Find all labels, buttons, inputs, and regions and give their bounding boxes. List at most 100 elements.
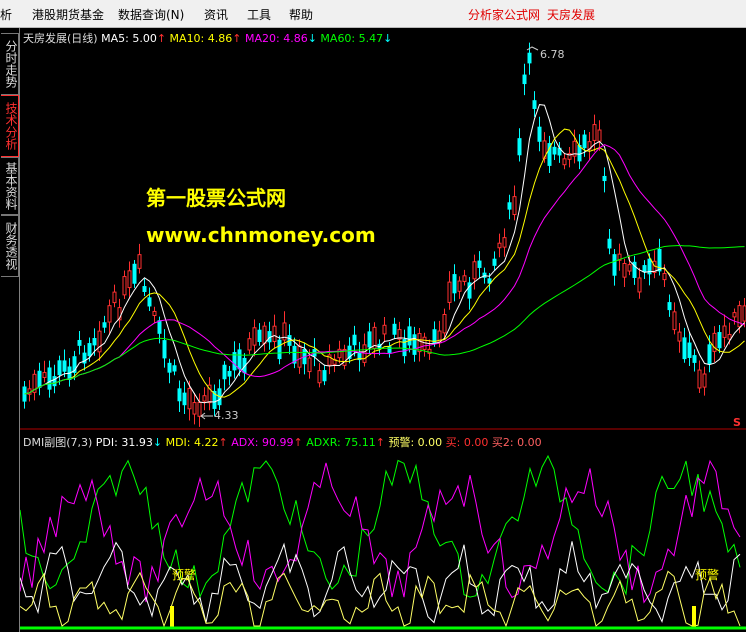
ma5-value: 5.00 bbox=[132, 32, 157, 45]
candle bbox=[487, 278, 492, 284]
candle bbox=[132, 263, 137, 284]
candle bbox=[732, 312, 737, 318]
candle bbox=[77, 339, 82, 346]
tab-technical-analysis[interactable]: 技术分析 bbox=[1, 95, 19, 157]
candle bbox=[317, 370, 322, 384]
candle bbox=[107, 305, 112, 323]
candle bbox=[352, 334, 357, 346]
candle bbox=[147, 297, 152, 307]
candle bbox=[417, 333, 422, 353]
adxr-line bbox=[20, 454, 741, 599]
high-price-label: 6.78 bbox=[540, 48, 565, 61]
candle bbox=[152, 310, 157, 316]
candle bbox=[527, 52, 532, 64]
candle bbox=[172, 365, 177, 372]
candle bbox=[222, 364, 227, 380]
main-chart-legend: 天房发展(日线) MA5: 5.00↑ MA10: 4.86↑ MA20: 4.… bbox=[23, 30, 392, 46]
candle bbox=[367, 331, 372, 348]
candle bbox=[457, 280, 462, 292]
chart-area[interactable] bbox=[20, 28, 746, 632]
low-price-label: 4.33 bbox=[214, 409, 239, 422]
watermark-title: 第一股票公式网 bbox=[146, 186, 286, 210]
buy2-label: 买2: bbox=[491, 436, 514, 449]
candle bbox=[227, 370, 232, 377]
high-annotation bbox=[526, 46, 539, 51]
candle bbox=[167, 362, 172, 373]
candle bbox=[252, 327, 257, 346]
tab-basic-info[interactable]: 基本资料 bbox=[1, 157, 19, 215]
candle bbox=[592, 124, 597, 141]
candle bbox=[382, 324, 387, 335]
candle bbox=[137, 254, 142, 269]
main-chart-title: 天房发展(日线) bbox=[23, 32, 98, 45]
low-annotation bbox=[200, 412, 213, 420]
candle bbox=[702, 373, 707, 388]
indicator-legend: DMI副图(7,3) PDI: 31.93↓ MDI: 4.22↑ ADX: 9… bbox=[23, 434, 542, 450]
candle bbox=[392, 323, 397, 335]
menu-analysis[interactable]: 析 bbox=[0, 6, 12, 23]
brand-label: 分析家公式网 bbox=[468, 8, 541, 22]
candle bbox=[307, 357, 312, 373]
candle bbox=[202, 395, 207, 402]
candle bbox=[182, 392, 187, 406]
candle bbox=[682, 337, 687, 360]
menu-news[interactable]: 资讯 bbox=[204, 6, 228, 23]
indicator-title: DMI副图(7,3) bbox=[23, 436, 93, 449]
menu-hk-futures-funds[interactable]: 港股期货基金 bbox=[32, 6, 104, 23]
adx-arrow: ↑ bbox=[293, 436, 303, 449]
candle bbox=[87, 343, 92, 357]
candle bbox=[687, 342, 692, 358]
buy2-value: 0.00 bbox=[517, 436, 542, 449]
candle bbox=[672, 311, 677, 331]
indicator-lines-group bbox=[20, 454, 741, 628]
warn-value: 0.00 bbox=[417, 436, 443, 449]
candle bbox=[157, 320, 162, 334]
adxr-value: 75.11 bbox=[344, 436, 376, 449]
menu-tools[interactable]: 工具 bbox=[247, 6, 271, 23]
mdi-line bbox=[20, 570, 741, 628]
buy-value: 0.00 bbox=[463, 436, 489, 449]
candle bbox=[42, 372, 47, 378]
candle bbox=[277, 339, 282, 360]
candle bbox=[452, 274, 457, 294]
candle bbox=[727, 333, 732, 340]
candle bbox=[477, 260, 482, 268]
menu-help[interactable]: 帮助 bbox=[289, 6, 313, 23]
tab-intraday[interactable]: 分时走势 bbox=[1, 33, 19, 95]
candle bbox=[722, 325, 727, 338]
candle bbox=[462, 275, 467, 282]
candle bbox=[507, 202, 512, 210]
ma20-label: MA20: bbox=[244, 32, 280, 45]
candle bbox=[707, 344, 712, 365]
candle bbox=[297, 345, 302, 368]
candle bbox=[472, 261, 477, 280]
candle bbox=[492, 258, 497, 266]
candle bbox=[257, 329, 262, 342]
warning-marker-1: 预警 bbox=[172, 568, 197, 582]
sidebar: 分时走势 技术分析 基本资料 财务透视 bbox=[0, 28, 20, 632]
candle bbox=[142, 286, 147, 293]
tab-financial[interactable]: 财务透视 bbox=[1, 215, 19, 277]
ma5-arrow: ↑ bbox=[156, 32, 167, 45]
menu-data-query[interactable]: 数据查询(N) bbox=[118, 6, 184, 23]
ma20-arrow: ↓ bbox=[307, 32, 317, 45]
adxr-label: ADXR: bbox=[306, 436, 341, 449]
candle bbox=[552, 146, 557, 155]
ma10-value: 4.86 bbox=[207, 32, 233, 45]
watermark-url: www.chnmoney.com bbox=[146, 223, 376, 247]
candle bbox=[92, 338, 97, 346]
mdi-label: MDI: bbox=[165, 436, 191, 449]
adx-label: ADX: bbox=[231, 436, 259, 449]
mdi-value: 4.22 bbox=[194, 436, 219, 449]
candle bbox=[447, 281, 452, 303]
candle bbox=[667, 302, 672, 311]
candle bbox=[522, 74, 527, 85]
candle bbox=[512, 196, 517, 216]
candle bbox=[322, 370, 327, 382]
candle bbox=[387, 346, 392, 353]
candle bbox=[622, 262, 627, 278]
candle bbox=[52, 376, 57, 387]
candle bbox=[637, 277, 642, 293]
ma5-line bbox=[24, 104, 745, 404]
ma20-value: 4.86 bbox=[283, 32, 308, 45]
